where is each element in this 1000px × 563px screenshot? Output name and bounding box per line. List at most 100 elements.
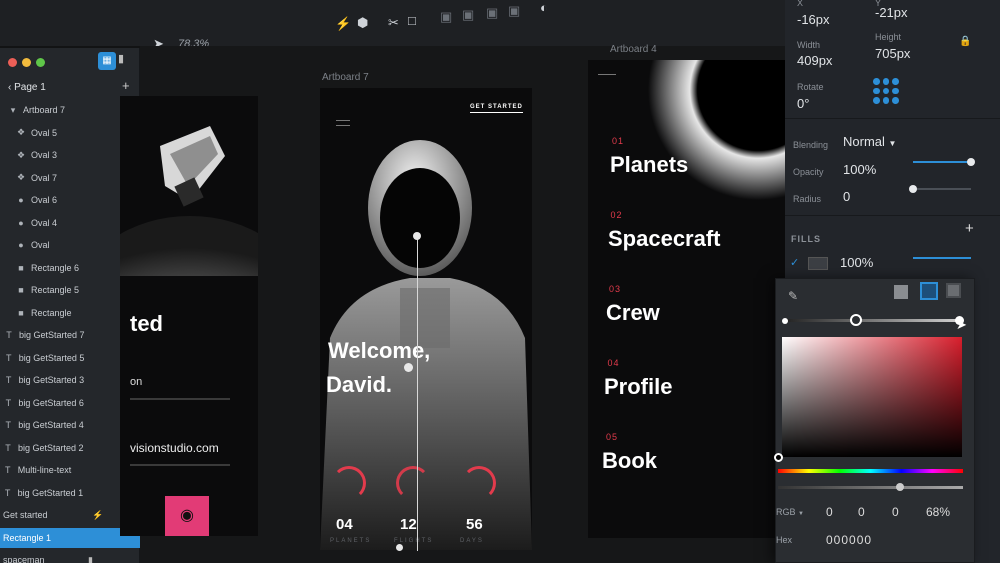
hue-slider[interactable] — [778, 469, 963, 473]
stat-value: 12 — [400, 516, 417, 533]
color-mode-select[interactable]: RGB ▼ — [776, 507, 804, 517]
saturation-value-field[interactable] — [782, 337, 962, 457]
layers-toggle-icon[interactable]: ▦ — [98, 52, 116, 70]
artboard-4-label[interactable]: Artboard 4 — [610, 44, 657, 55]
fingerprint-button[interactable]: ◉ — [165, 496, 209, 536]
layer-item[interactable]: ❖ Oval 3 — [0, 145, 140, 165]
close-window-icon[interactable] — [8, 58, 17, 67]
radius-slider[interactable] — [909, 185, 971, 193]
lock-icon[interactable]: ▮ — [88, 555, 93, 563]
text-icon: T — [5, 397, 12, 408]
layer-item[interactable]: ▾ Artboard 7 — [0, 100, 140, 120]
gradient-stop[interactable] — [782, 318, 788, 324]
opacity-field[interactable]: 100% — [843, 162, 876, 177]
origin-grid-icon[interactable] — [873, 78, 899, 104]
align-icon[interactable]: ▣ — [440, 9, 452, 25]
fill-type-gradient-icon[interactable] — [920, 282, 938, 300]
layer-item[interactable]: Tbig GetStarted 3 — [0, 370, 140, 390]
eyedropper-icon[interactable]: ✎ — [788, 289, 798, 303]
ungroup-icon[interactable]: ▣ — [508, 3, 520, 19]
layer-item[interactable]: Tbig GetStarted 2 — [0, 438, 140, 458]
menu-item[interactable]: Profile — [604, 374, 672, 400]
layer-item[interactable]: Tbig GetStarted 7 — [0, 325, 140, 345]
layer-item[interactable]: ■ Rectangle 5 — [0, 280, 140, 300]
get-started-link[interactable]: GET STARTED — [470, 104, 523, 113]
page-selector[interactable]: ‹ Page 1 — [8, 82, 46, 93]
fill-type-solid-icon[interactable] — [894, 285, 908, 299]
alpha-field[interactable]: 68% — [926, 505, 950, 519]
gradient-stop[interactable] — [850, 314, 862, 326]
layer-item[interactable]: Rectangle 1 — [0, 527, 140, 548]
blending-select[interactable]: Normal ▼ — [843, 134, 896, 149]
layer-item[interactable]: spaceman ▮ — [0, 550, 140, 563]
lightning-icon[interactable]: ⚡ — [335, 16, 351, 32]
artboard-left[interactable]: ted on visionstudio.com ◉ — [120, 96, 258, 536]
artboard-4[interactable]: 01 Planets 02 Spacecraft 03 Crew 04 Profile 05 Bo… — [588, 60, 788, 538]
height-field[interactable]: 705px — [875, 46, 910, 61]
menu-item[interactable]: Planets — [610, 152, 688, 178]
layer-item[interactable]: Tbig GetStarted 5 — [0, 348, 140, 368]
alpha-slider[interactable] — [778, 486, 963, 489]
hex-field[interactable]: 000000 — [826, 533, 872, 547]
lightning-icon[interactable]: ⚡ — [92, 510, 103, 521]
add-page-icon[interactable]: + — [122, 78, 130, 93]
distribute-icon[interactable]: ▣ — [462, 7, 474, 23]
fill-swatch[interactable] — [808, 257, 828, 270]
artboard-7[interactable]: GET STARTED Welcome, David. 04 PLANETS 12 F… — [320, 88, 532, 550]
opacity-slider-knob[interactable] — [967, 158, 975, 166]
fill-checkbox-icon[interactable]: ✓ — [790, 256, 799, 269]
opacity-slider[interactable] — [913, 158, 975, 166]
menu-icon[interactable] — [336, 120, 350, 126]
rotate-field[interactable]: 0° — [797, 96, 809, 111]
layer-label: big GetStarted 6 — [18, 397, 84, 408]
assets-icon[interactable]: ▮ — [118, 52, 124, 65]
red-field[interactable]: 0 — [826, 505, 833, 519]
radius-slider-knob[interactable] — [909, 185, 917, 193]
x-field[interactable]: -16px — [797, 12, 830, 27]
guide-handle[interactable] — [413, 232, 421, 240]
menu-item[interactable]: Crew — [606, 300, 660, 326]
color-picker[interactable]: ✎ ➤ RGB ▼ 0 0 0 68% Hex 000000 — [774, 278, 975, 563]
y-field[interactable]: -21px — [875, 5, 908, 20]
menu-item[interactable]: Book — [602, 448, 657, 474]
layer-item[interactable]: ❖ Oval 5 — [0, 123, 140, 143]
square-icon: ■ — [18, 285, 24, 295]
blending-label: Blending — [793, 140, 829, 150]
artboard-7-label[interactable]: Artboard 7 — [322, 72, 369, 83]
layer-item[interactable]: ● Oval — [0, 235, 140, 255]
transform-icon[interactable]: □ — [408, 13, 416, 28]
menu-item[interactable]: Spacecraft — [608, 226, 721, 252]
layer-item[interactable]: ■ Rectangle — [0, 303, 140, 323]
add-fill-icon[interactable]: + — [965, 220, 974, 237]
lock-icon[interactable]: 🔒 — [959, 36, 971, 47]
group-icon[interactable]: ▣ — [486, 5, 498, 21]
layer-item[interactable]: T Multi-line-text — [0, 460, 140, 480]
maximize-window-icon[interactable] — [36, 58, 45, 67]
alpha-slider-knob[interactable] — [896, 483, 904, 491]
layer-item[interactable]: ● Oval 4 — [0, 213, 140, 233]
layer-item[interactable]: Tbig GetStarted 1 — [0, 483, 140, 503]
canvas[interactable]: ted on visionstudio.com ◉ Artboard 7 GET… — [120, 44, 788, 563]
layer-item[interactable]: ❖ Oval 7 — [0, 168, 140, 188]
minimize-window-icon[interactable] — [22, 58, 31, 67]
layer-item[interactable]: Tbig GetStarted 6 — [0, 393, 140, 413]
scissors-icon[interactable]: ✂ — [388, 15, 399, 31]
contrast-icon[interactable]: ◐ — [540, 0, 548, 15]
green-field[interactable]: 0 — [858, 505, 865, 519]
layer-item[interactable]: ■ Rectangle 6 — [0, 258, 140, 278]
hexagon-icon[interactable]: ⬢ — [357, 15, 368, 31]
gradient-stop-bar[interactable] — [784, 319, 960, 322]
guide-handle[interactable] — [396, 544, 403, 551]
width-field[interactable]: 409px — [797, 53, 832, 68]
fill-opacity-slider[interactable] — [913, 257, 971, 259]
blue-field[interactable]: 0 — [892, 505, 899, 519]
fill-type-image-icon[interactable] — [946, 283, 961, 298]
fill-opacity[interactable]: 100% — [840, 255, 873, 270]
layer-item[interactable]: Get started ⚡ — [0, 505, 140, 525]
layer-item[interactable]: ● Oval 6 — [0, 190, 140, 210]
text-icon: T — [6, 352, 12, 363]
layer-item[interactable]: Tbig GetStarted 4 — [0, 415, 140, 435]
radius-field[interactable]: 0 — [843, 189, 850, 204]
guide-handle[interactable] — [404, 363, 413, 372]
color-cursor[interactable] — [774, 453, 783, 462]
